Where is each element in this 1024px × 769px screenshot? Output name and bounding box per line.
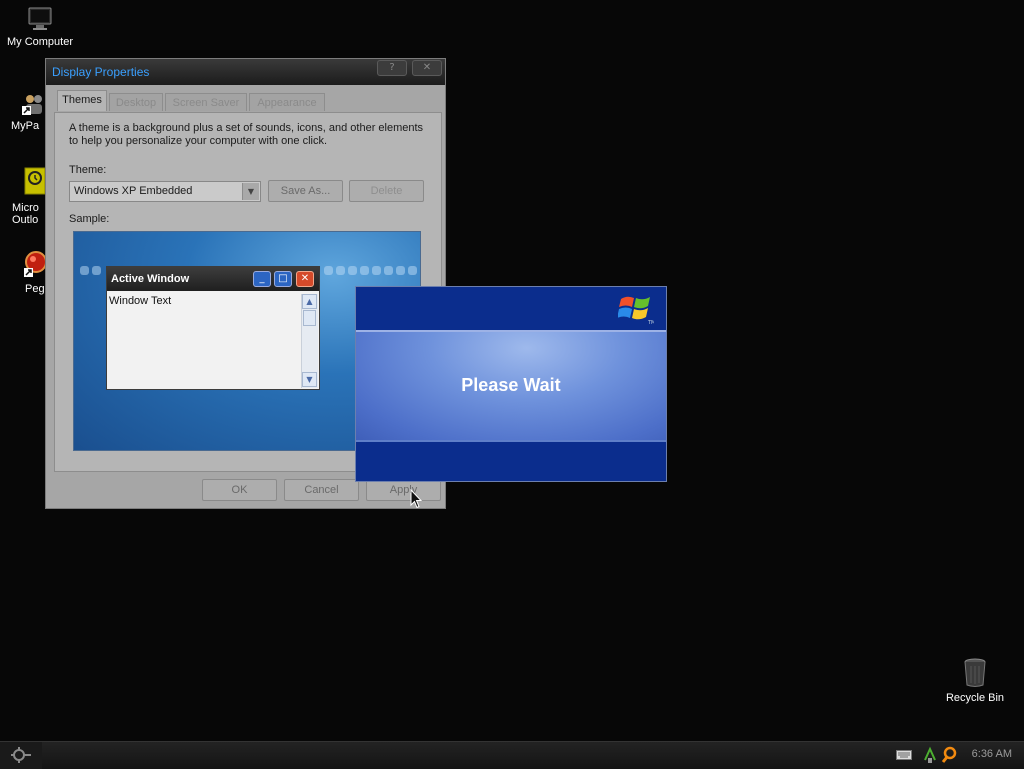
start-icon — [10, 746, 32, 767]
chevron-down-icon[interactable]: ▼ — [242, 183, 259, 200]
sample-active-window: Active Window _ □ ✕ Window Text ▲ ▼ — [106, 266, 320, 390]
tab-label: Desktop — [115, 97, 157, 109]
windows-logo-icon: TM — [617, 293, 655, 328]
outlook-icon — [24, 167, 46, 198]
desktop-icon-label: MyPa — [11, 120, 40, 132]
tab-label: Appearance — [257, 97, 317, 109]
close-icon: ✕ — [422, 62, 432, 73]
svg-text:TM: TM — [647, 320, 654, 325]
tab-label: Themes — [62, 94, 102, 106]
scroll-thumb — [303, 310, 316, 326]
tab-themes[interactable]: Themes — [57, 90, 107, 111]
tab-appearance[interactable]: Appearance — [249, 93, 325, 111]
people-icon — [22, 92, 46, 119]
desktop-icon-label: Peg — [25, 283, 45, 295]
window-title: Display Properties — [52, 65, 150, 79]
sample-scrollbar: ▲ ▼ — [301, 294, 318, 388]
keyboard-icon[interactable] — [896, 750, 912, 763]
maximize-icon: □ — [274, 271, 292, 287]
sample-label: Sample: — [69, 213, 110, 225]
theme-description: A theme is a background plus a set of so… — [69, 122, 424, 147]
monitor-icon — [27, 6, 53, 32]
clock[interactable]: 6:36 AM — [972, 748, 1012, 760]
tab-desktop[interactable]: Desktop — [109, 93, 163, 111]
scroll-up-icon: ▲ — [302, 294, 317, 309]
ok-button[interactable]: OK — [202, 479, 277, 501]
please-wait-dialog: TM Please Wait — [355, 286, 667, 482]
desktop-icon-my-computer[interactable]: My Computer — [0, 6, 80, 48]
desktop-icon-peg[interactable]: Peg — [0, 250, 50, 298]
desktop-icon-outlook[interactable]: Micro Outlo — [0, 167, 50, 227]
scroll-down-icon: ▼ — [302, 372, 317, 387]
cancel-button[interactable]: Cancel — [284, 479, 359, 501]
desktop-icon-recycle-bin[interactable]: Recycle Bin — [935, 658, 1015, 704]
save-as-button[interactable]: Save As... — [268, 180, 343, 202]
taskbar: 6:36 AM — [0, 741, 1024, 769]
mouse-cursor-icon — [410, 488, 423, 512]
delete-button[interactable]: Delete — [349, 180, 424, 202]
sample-window-text: Window Text — [109, 295, 172, 307]
recycle-bin-icon — [963, 658, 987, 688]
sample-window-title: Active Window — [111, 273, 190, 285]
please-wait-message: Please Wait — [461, 375, 561, 395]
theme-dropdown[interactable]: Windows XP Embedded ▼ — [69, 181, 261, 202]
tab-label: Screen Saver — [172, 97, 240, 109]
search-icon[interactable] — [941, 746, 959, 767]
network-icon[interactable] — [922, 746, 938, 767]
title-bar: Display Properties ? ✕ — [46, 59, 445, 85]
close-button[interactable]: ✕ — [412, 60, 442, 76]
tab-screen-saver[interactable]: Screen Saver — [165, 93, 247, 111]
theme-dropdown-value: Windows XP Embedded — [74, 185, 193, 197]
help-icon: ? — [389, 62, 395, 73]
theme-label: Theme: — [69, 164, 107, 176]
apply-button[interactable]: Apply — [366, 479, 441, 501]
help-button[interactable]: ? — [377, 60, 407, 76]
desktop-icon-label: My Computer — [6, 36, 74, 48]
desktop-icon-label: Recycle Bin — [945, 692, 1005, 704]
start-button[interactable] — [0, 742, 42, 769]
desktop-icon-mypa[interactable]: MyPa — [0, 92, 50, 136]
desktop-icon-label: Micro Outlo — [12, 202, 39, 226]
minimize-icon: _ — [253, 271, 271, 287]
sample-title-bar: Active Window _ □ ✕ — [107, 267, 319, 291]
close-icon: ✕ — [296, 271, 314, 287]
